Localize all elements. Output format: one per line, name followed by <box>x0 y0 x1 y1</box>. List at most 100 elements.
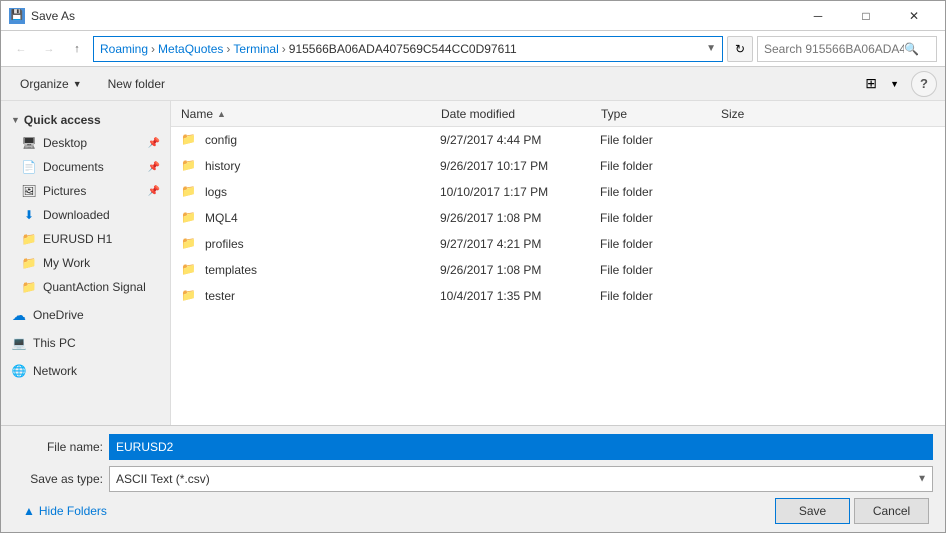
col-type-header[interactable]: Type <box>601 107 721 121</box>
col-size-header[interactable]: Size <box>721 107 801 121</box>
folder-icon-profiles: 📁 <box>181 236 197 252</box>
quick-access-section: ▼ Quick access 🖥 Desktop 📌 📄 Documents 📌… <box>1 109 170 299</box>
organize-label: Organize <box>20 77 69 91</box>
save-button[interactable]: Save <box>775 498 850 524</box>
file-type-templates: File folder <box>600 263 720 277</box>
file-row-config[interactable]: 📁 config 9/27/2017 4:44 PM File folder <box>171 127 945 153</box>
sidebar-item-mywork[interactable]: 📁 My Work <box>1 251 170 275</box>
new-folder-label: New folder <box>108 77 165 91</box>
sidebar-item-desktop[interactable]: 🖥 Desktop 📌 <box>1 131 170 155</box>
sidebar-item-mywork-label: My Work <box>43 256 90 270</box>
search-box[interactable]: 🔍 <box>757 36 937 62</box>
pictures-icon: 🖼 <box>21 183 37 199</box>
quick-access-label: Quick access <box>24 113 101 127</box>
folder-icon-history: 📁 <box>181 158 197 174</box>
toolbar: Organize ▼ New folder ⊞ ▼ ? <box>1 67 945 101</box>
onedrive-icon: ☁ <box>11 307 27 323</box>
sidebar-item-eurusd[interactable]: 📁 EURUSD H1 <box>1 227 170 251</box>
quick-access-arrow: ▼ <box>11 115 20 125</box>
main-content: ▼ Quick access 🖥 Desktop 📌 📄 Documents 📌… <box>1 101 945 425</box>
breadcrumb-terminal[interactable]: Terminal <box>233 42 278 56</box>
sidebar-item-pictures[interactable]: 🖼 Pictures 📌 <box>1 179 170 203</box>
file-row-MQL4[interactable]: 📁 MQL4 9/26/2017 1:08 PM File folder <box>171 205 945 231</box>
view-icon: ⊞ <box>865 75 877 92</box>
cancel-button[interactable]: Cancel <box>854 498 929 524</box>
file-type-history: File folder <box>600 159 720 173</box>
savetype-select[interactable]: ASCII Text (*.csv) <box>109 466 933 492</box>
sidebar-item-thispc-label: This PC <box>33 336 76 350</box>
file-row-history[interactable]: 📁 history 9/26/2017 10:17 PM File folder <box>171 153 945 179</box>
help-button[interactable]: ? <box>911 71 937 97</box>
hide-folders-label: Hide Folders <box>39 504 107 518</box>
file-date-tester: 10/4/2017 1:35 PM <box>440 289 600 303</box>
file-type-config: File folder <box>600 133 720 147</box>
breadcrumb-roaming[interactable]: Roaming <box>100 42 148 56</box>
sidebar-item-downloaded[interactable]: ⬇ Downloaded <box>1 203 170 227</box>
thispc-icon: 💻 <box>11 335 27 351</box>
organize-button[interactable]: Organize ▼ <box>9 71 93 97</box>
sidebar-item-documents[interactable]: 📄 Documents 📌 <box>1 155 170 179</box>
file-type-logs: File folder <box>600 185 720 199</box>
breadcrumb[interactable]: Roaming › MetaQuotes › Terminal › 915566… <box>93 36 723 62</box>
view-dropdown-icon[interactable]: ▼ <box>890 79 899 89</box>
pin-icon-pics: 📌 <box>148 186 160 197</box>
folder-icon-tester: 📁 <box>181 288 197 304</box>
bottom-bar: File name: Save as type: ASCII Text (*.c… <box>1 425 945 532</box>
search-input[interactable] <box>764 42 904 56</box>
sidebar-item-network[interactable]: 🌐 Network <box>1 359 170 383</box>
file-date-profiles: 9/27/2017 4:21 PM <box>440 237 600 251</box>
up-button[interactable]: ↑ <box>65 37 89 61</box>
filename-input[interactable] <box>109 434 933 460</box>
file-date-logs: 10/10/2017 1:17 PM <box>440 185 600 199</box>
breadcrumb-current: 915566BA06ADA407569C544CC0D97611 <box>289 42 517 56</box>
sidebar-item-desktop-label: Desktop <box>43 136 87 150</box>
downloaded-icon: ⬇ <box>21 207 37 223</box>
file-date-history: 9/26/2017 10:17 PM <box>440 159 600 173</box>
sidebar-item-quantaction[interactable]: 📁 QuantAction Signal <box>1 275 170 299</box>
col-date-header[interactable]: Date modified <box>441 107 601 121</box>
file-row-tester[interactable]: 📁 tester 10/4/2017 1:35 PM File folder <box>171 283 945 309</box>
file-date-MQL4: 9/26/2017 1:08 PM <box>440 211 600 225</box>
file-list-header: Name ▲ Date modified Type Size <box>171 101 945 127</box>
refresh-button[interactable]: ↻ <box>727 36 753 62</box>
network-section: 🌐 Network <box>1 359 170 383</box>
file-row-templates[interactable]: 📁 templates 9/26/2017 1:08 PM File folde… <box>171 257 945 283</box>
cancel-label: Cancel <box>873 504 910 518</box>
network-icon: 🌐 <box>11 363 27 379</box>
window-title: Save As <box>31 9 795 23</box>
documents-icon: 📄 <box>21 159 37 175</box>
new-folder-button[interactable]: New folder <box>97 71 176 97</box>
quick-access-header[interactable]: ▼ Quick access <box>1 109 170 131</box>
mywork-folder-icon: 📁 <box>21 255 37 271</box>
savetype-row: Save as type: ASCII Text (*.csv) ▼ <box>13 466 933 492</box>
file-name-config: config <box>205 133 440 147</box>
file-name-tester: tester <box>205 289 440 303</box>
hide-folders-link[interactable]: ▲ Hide Folders <box>13 500 117 522</box>
sidebar-item-thispc[interactable]: 💻 This PC <box>1 331 170 355</box>
breadcrumb-dropdown-icon[interactable]: ▼ <box>706 43 716 54</box>
sidebar-item-downloaded-label: Downloaded <box>43 208 110 222</box>
close-button[interactable]: ✕ <box>891 1 937 31</box>
file-row-logs[interactable]: 📁 logs 10/10/2017 1:17 PM File folder <box>171 179 945 205</box>
file-type-MQL4: File folder <box>600 211 720 225</box>
breadcrumb-metaquotes[interactable]: MetaQuotes <box>158 42 223 56</box>
quantaction-folder-icon: 📁 <box>21 279 37 295</box>
back-button[interactable]: ← <box>9 37 33 61</box>
file-type-profiles: File folder <box>600 237 720 251</box>
view-button[interactable]: ⊞ <box>856 71 886 97</box>
folder-icon-templates: 📁 <box>181 262 197 278</box>
col-name-header[interactable]: Name ▲ <box>181 107 441 121</box>
file-row-profiles[interactable]: 📁 profiles 9/27/2017 4:21 PM File folder <box>171 231 945 257</box>
file-name-profiles: profiles <box>205 237 440 251</box>
organize-dropdown-icon: ▼ <box>73 79 82 89</box>
save-as-dialog: 💾 Save As ─ □ ✕ ← → ↑ Roaming › MetaQuot… <box>0 0 946 533</box>
savetype-label: Save as type: <box>13 472 103 486</box>
eurusd-folder-icon: 📁 <box>21 231 37 247</box>
window-icon: 💾 <box>9 8 25 24</box>
sidebar-item-onedrive[interactable]: ☁ OneDrive <box>1 303 170 327</box>
maximize-button[interactable]: □ <box>843 1 889 31</box>
file-rows-container: 📁 config 9/27/2017 4:44 PM File folder 📁… <box>171 127 945 309</box>
minimize-button[interactable]: ─ <box>795 1 841 31</box>
file-type-tester: File folder <box>600 289 720 303</box>
forward-button[interactable]: → <box>37 37 61 61</box>
